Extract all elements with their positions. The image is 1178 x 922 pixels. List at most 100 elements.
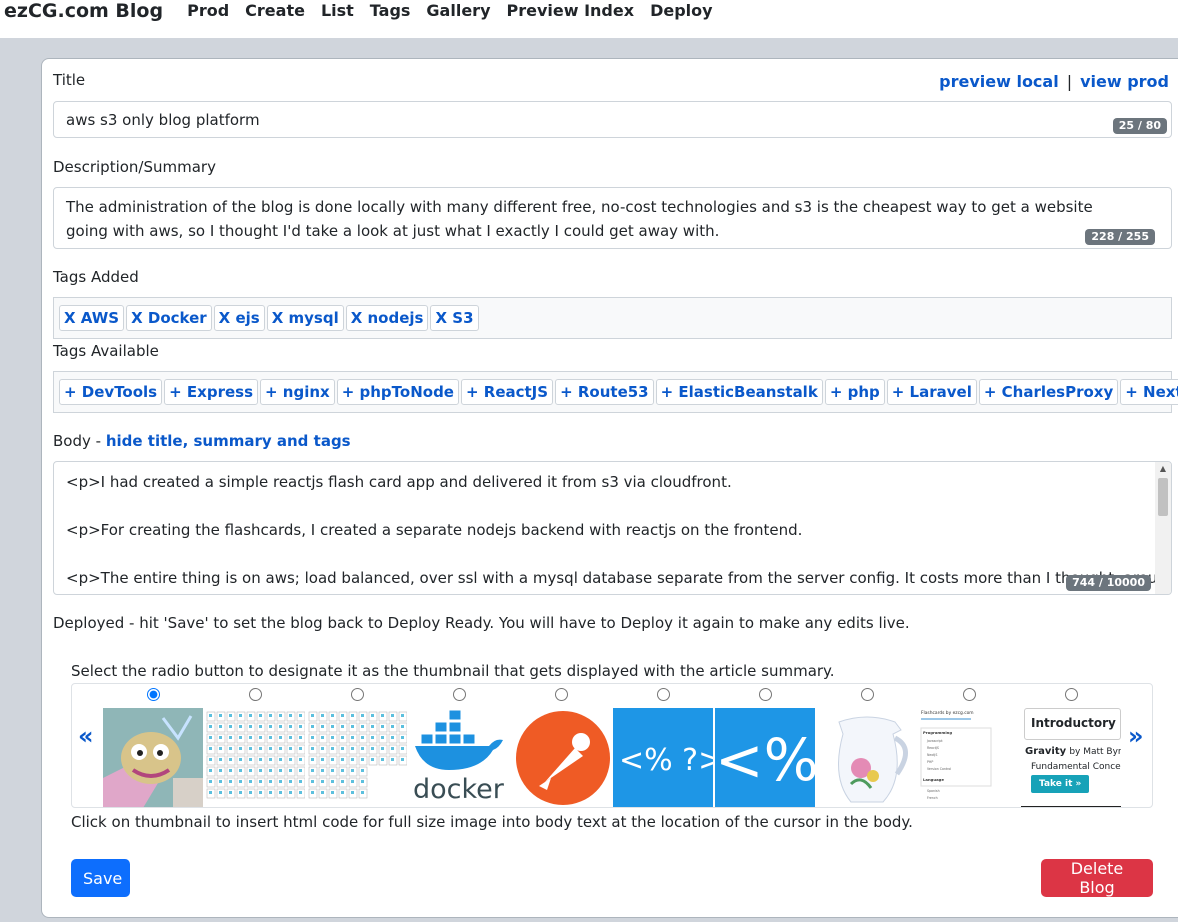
- thumbnail-slot: Flashcards by ezcg.com Programming Javas…: [919, 684, 1019, 807]
- thumbnail-radio[interactable]: [963, 688, 976, 701]
- grid-dot: [269, 769, 272, 772]
- grid-dot: [239, 791, 242, 794]
- grid-dot: [249, 736, 252, 739]
- body-label-row: Body - hide title, summary and tags: [53, 432, 351, 450]
- pitcher-thumb[interactable]: [817, 708, 917, 807]
- body-textarea[interactable]: <p>I had created a simple reactjs flash …: [53, 461, 1172, 595]
- delete-blog-button[interactable]: Delete Blog: [1041, 859, 1153, 897]
- grid-dot: [351, 791, 354, 794]
- nav-deploy[interactable]: Deploy: [650, 1, 713, 20]
- nav-preview-index[interactable]: Preview Index: [507, 1, 635, 20]
- tag-available-elasticbeanstalk[interactable]: + ElasticBeanstalk: [655, 379, 823, 405]
- grid-dot: [371, 736, 374, 739]
- grid-dot: [219, 747, 222, 750]
- description-textarea[interactable]: The administration of the blog is done l…: [53, 187, 1172, 249]
- tag-available-nginx[interactable]: + nginx: [260, 379, 335, 405]
- grid-dot: [209, 758, 212, 761]
- flashcard-grid-thumb-1[interactable]: [205, 708, 305, 807]
- tag-available-phptonode[interactable]: + phpToNode: [336, 379, 459, 405]
- grid-dot: [401, 758, 404, 761]
- brand-logo[interactable]: ezCG.com Blog: [4, 0, 163, 22]
- grid-dot: [299, 714, 302, 717]
- gravity-title: Gravity: [1025, 746, 1067, 757]
- view-prod-link[interactable]: view prod: [1080, 72, 1169, 91]
- grid-dot: [371, 714, 374, 717]
- tag-available-devtools[interactable]: + DevTools: [59, 379, 163, 405]
- grid-dot: [391, 747, 394, 750]
- grid-dot: [269, 714, 272, 717]
- grid-dot: [229, 769, 232, 772]
- thumbnail-radio[interactable]: [657, 688, 670, 701]
- thumbnail-radio[interactable]: [861, 688, 874, 701]
- thumbnail-radio[interactable]: [147, 688, 160, 701]
- grid-dot: [289, 747, 292, 750]
- tag-added-docker[interactable]: X Docker: [126, 305, 212, 331]
- title-input[interactable]: aws s3 only blog platform 25 / 80: [53, 101, 1172, 138]
- tag-available-laravel[interactable]: + Laravel: [886, 379, 977, 405]
- tag-added-s3[interactable]: X S3: [430, 305, 479, 331]
- grid-dot: [341, 747, 344, 750]
- tag-added-ejs[interactable]: X ejs: [213, 305, 265, 331]
- thumbnail-radio[interactable]: [351, 688, 364, 701]
- nav-tags[interactable]: Tags: [370, 1, 411, 20]
- grid-dot: [321, 791, 324, 794]
- tag-available-charlesproxy[interactable]: + CharlesProxy: [978, 379, 1119, 405]
- grid-dot: [311, 780, 314, 783]
- tag-available-php[interactable]: + php: [824, 379, 885, 405]
- grid-dot: [331, 736, 334, 739]
- nav-prod[interactable]: Prod: [187, 1, 229, 20]
- postman-logo-thumb[interactable]: [511, 708, 611, 807]
- preview-local-link[interactable]: preview local: [939, 72, 1059, 91]
- thumbnail-radio[interactable]: [453, 688, 466, 701]
- gravity-card-thumb[interactable]: Introductory Gravity by Matt Byrnes ( Fu…: [1021, 708, 1121, 807]
- carousel-next-icon[interactable]: »: [1128, 722, 1144, 750]
- grid-dot: [371, 758, 374, 761]
- grid-dot: [371, 725, 374, 728]
- thumbnail-radio[interactable]: [1065, 688, 1078, 701]
- php-tags-thumb-2[interactable]: <%-: [715, 708, 815, 807]
- tag-added-nodejs[interactable]: X nodejs: [345, 305, 429, 331]
- grid-dot: [269, 736, 272, 739]
- docker-logo-thumb[interactable]: docker: [409, 708, 509, 807]
- title-input-value: aws s3 only blog platform: [66, 111, 260, 129]
- body-scrollbar[interactable]: ▲: [1155, 462, 1171, 594]
- hide-title-summary-tags-link[interactable]: hide title, summary and tags: [106, 432, 351, 450]
- scroll-up-icon[interactable]: ▲: [1155, 462, 1171, 476]
- grid-dot: [259, 758, 262, 761]
- take-it-button[interactable]: Take it »: [1031, 775, 1090, 793]
- carousel-prev-icon[interactable]: «: [78, 722, 94, 750]
- nav-gallery[interactable]: Gallery: [426, 1, 490, 20]
- thumbnail-radio[interactable]: [249, 688, 262, 701]
- thumbnail-radio[interactable]: [759, 688, 772, 701]
- grid-dot: [219, 791, 222, 794]
- tag-available-express[interactable]: + Express: [164, 379, 259, 405]
- body-line: <p>The entire thing is on aws; load bala…: [66, 569, 1172, 587]
- tag-added-aws[interactable]: X AWS: [59, 305, 125, 331]
- flashcards-site-thumb[interactable]: Flashcards by ezcg.com Programming Javas…: [919, 708, 993, 807]
- cartoon-character-thumb[interactable]: [103, 708, 203, 807]
- tag-added-mysql[interactable]: X mysql: [266, 305, 344, 331]
- grid-dot: [219, 725, 222, 728]
- grid-dot: [311, 791, 314, 794]
- grid-dot: [219, 758, 222, 761]
- description-label: Description/Summary: [53, 158, 216, 176]
- body-line: <p>I had created a simple reactjs flash …: [66, 473, 732, 491]
- thumbnail-radio[interactable]: [555, 688, 568, 701]
- grid-dot: [391, 758, 394, 761]
- flashcard-grid-thumb-2[interactable]: [307, 708, 407, 807]
- scrollbar-thumb[interactable]: [1158, 478, 1168, 516]
- nav-list[interactable]: List: [321, 1, 354, 20]
- tag-available-route53[interactable]: + Route53: [555, 379, 654, 405]
- grid-dot: [381, 714, 384, 717]
- tag-available-reactjs[interactable]: + ReactJS: [460, 379, 554, 405]
- grid-dot: [269, 780, 272, 783]
- grid-dot: [299, 725, 302, 728]
- php-tags-thumb-1[interactable]: <% ?>: [613, 708, 713, 807]
- grid-dot: [331, 725, 334, 728]
- save-button[interactable]: Save: [71, 859, 130, 897]
- grid-dot: [249, 714, 252, 717]
- thumbnail-slot: [103, 684, 203, 807]
- grid-dot: [311, 758, 314, 761]
- nav-create[interactable]: Create: [245, 1, 305, 20]
- tag-available-nextjs[interactable]: + NextJS: [1120, 379, 1178, 405]
